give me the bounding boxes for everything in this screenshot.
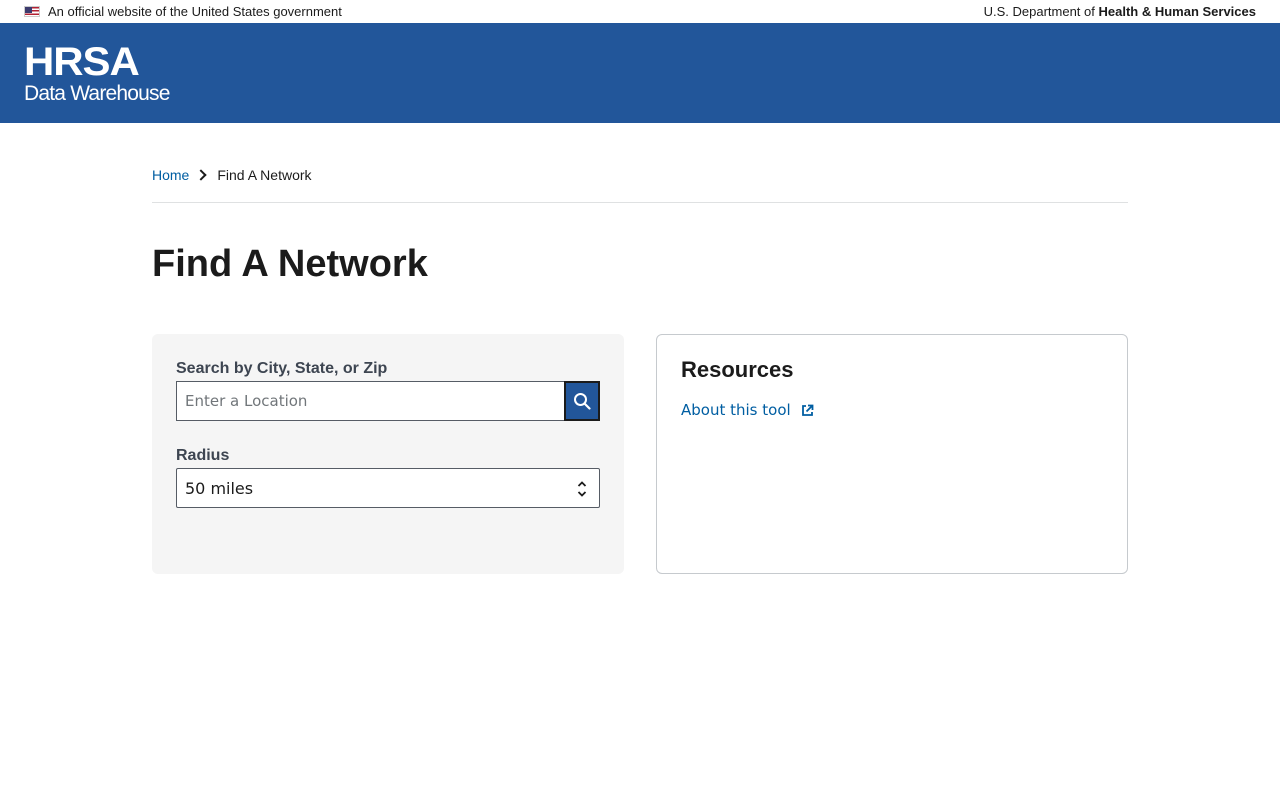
official-site-text: An official website of the United States… [48, 4, 342, 19]
main-content: Home Find A Network Find A Network Searc… [152, 123, 1128, 574]
gov-banner-left: An official website of the United States… [24, 4, 342, 19]
resources-title: Resources [681, 357, 794, 382]
hrsa-logo[interactable]: HRSA Data Warehouse [24, 42, 170, 104]
breadcrumb-current: Find A Network [217, 167, 312, 183]
dept-prefix: U.S. Department of [983, 4, 1099, 19]
page-title: Find A Network [152, 243, 428, 285]
search-row [176, 381, 600, 421]
site-header: HRSA Data Warehouse [0, 23, 1280, 123]
breadcrumb-home-link[interactable]: Home [152, 167, 189, 183]
about-this-tool-link[interactable]: About this tool [681, 401, 814, 419]
logo-main-text: HRSA [24, 40, 140, 84]
radius-selected-value: 50 miles [185, 478, 254, 498]
search-button[interactable] [564, 381, 600, 421]
hhs-department-text[interactable]: U.S. Department of Health & Human Servic… [984, 4, 1256, 19]
breadcrumb: Home Find A Network [152, 167, 1128, 203]
cards-row: Search by City, State, or Zip Radius 50 … [152, 334, 1128, 574]
chevron-right-icon [195, 169, 208, 181]
logo-sub-text: Data Warehouse [24, 82, 170, 105]
external-link-icon [801, 404, 814, 416]
search-label: Search by City, State, or Zip [176, 360, 388, 377]
resources-card: Resources About this tool [656, 334, 1128, 574]
about-this-tool-label: About this tool [681, 401, 791, 419]
select-arrows-icon [577, 481, 587, 497]
us-flag-icon [24, 6, 40, 17]
radius-select[interactable]: 50 miles [176, 468, 600, 508]
dept-name: Health & Human Services [1098, 4, 1256, 19]
radius-group: Radius 50 miles [176, 447, 600, 508]
search-card: Search by City, State, or Zip Radius 50 … [152, 334, 624, 574]
radius-label: Radius [176, 447, 230, 464]
location-search-input[interactable] [176, 381, 564, 421]
gov-banner: An official website of the United States… [0, 0, 1280, 23]
search-icon [574, 393, 591, 410]
